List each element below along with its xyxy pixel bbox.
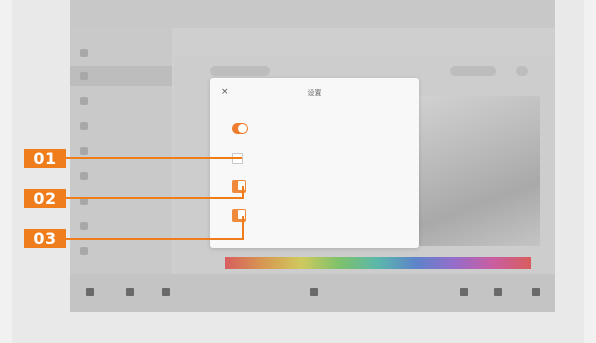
sidebar-item-1[interactable]: [80, 46, 94, 60]
dialog-title: 设置: [307, 89, 322, 97]
callout-badge-02: 02: [24, 189, 66, 208]
setting-row-3[interactable]: [232, 180, 409, 194]
bottom-tool-icon-3[interactable]: [162, 288, 170, 296]
bottom-toolbar: [70, 274, 555, 312]
status-bar: [70, 0, 555, 28]
callout-line-02: [66, 197, 244, 199]
bottom-tool-icon-6[interactable]: [494, 288, 502, 296]
toolbar-dropdown[interactable]: [210, 66, 270, 76]
color-spectrum-bar[interactable]: [225, 257, 531, 269]
callout-line-03: [66, 238, 244, 240]
bottom-tool-icon-5[interactable]: [460, 288, 468, 296]
sidebar-item-icon: [80, 172, 88, 180]
sidebar-item-4[interactable]: [80, 119, 94, 133]
sidebar-item-icon: [80, 222, 88, 230]
sidebar-item-icon: [80, 147, 88, 155]
sidebar-item-icon: [80, 97, 88, 105]
top-tabs: [174, 36, 194, 45]
settings-gear-icon[interactable]: [516, 66, 528, 76]
callout-line-03-vertical: [242, 216, 244, 240]
sidebar-item-2[interactable]: [80, 69, 94, 83]
sidebar-item-icon: [80, 72, 88, 80]
setting-row-2[interactable]: [232, 153, 409, 165]
sidebar-item-8[interactable]: [80, 219, 94, 233]
bottom-tool-icon-2[interactable]: [126, 288, 134, 296]
sidebar-item-9[interactable]: [80, 244, 94, 258]
callout-line-01: [66, 157, 242, 159]
sidebar-item-icon: [80, 49, 88, 57]
sidebar-item-5[interactable]: [80, 144, 94, 158]
callout-badge-03: 03: [24, 229, 66, 248]
setting-row-1[interactable]: [232, 120, 409, 140]
setting-row-4[interactable]: [232, 209, 409, 225]
bottom-tool-icon-7[interactable]: [532, 288, 540, 296]
sidebar-item-icon: [80, 122, 88, 130]
toolbar-button[interactable]: [450, 66, 496, 76]
bottom-tool-icon-1[interactable]: [86, 288, 94, 296]
sidebar-item-icon: [80, 247, 88, 255]
toggle-switch-icon[interactable]: [232, 123, 248, 134]
callout-badge-01: 01: [24, 149, 66, 168]
sidebar-item-6[interactable]: [80, 169, 94, 183]
bottom-tool-icon-4[interactable]: [310, 288, 318, 296]
sidebar-item-3[interactable]: [80, 94, 94, 108]
callout-line-02-vertical: [242, 186, 244, 199]
